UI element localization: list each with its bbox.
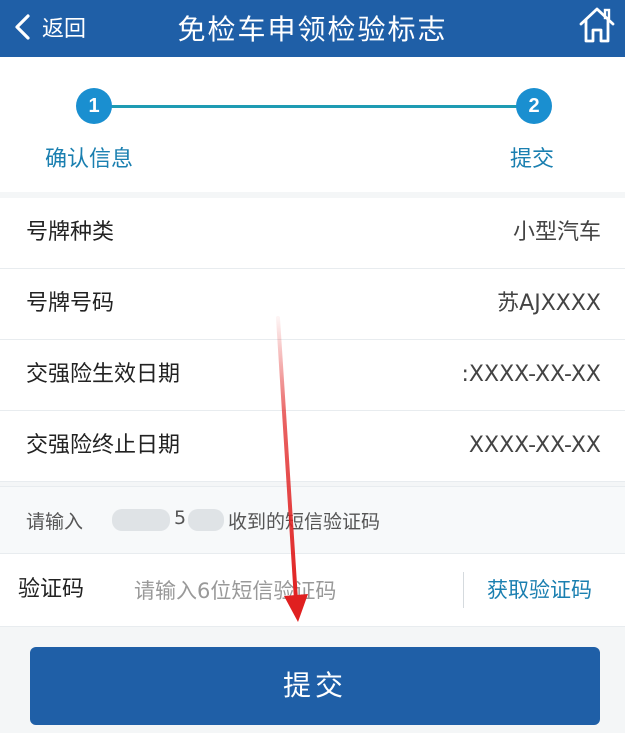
step-1-circle: 1	[76, 88, 112, 124]
info-value: 小型汽车	[512, 220, 601, 245]
page-title: 免检车申领检验标志	[177, 13, 448, 46]
info-label: 交强险终止日期	[26, 433, 181, 458]
info-label: 号牌号码	[26, 291, 115, 316]
info-value: 苏AJXXXX	[497, 291, 601, 316]
get-code-button[interactable]: 获取验证码	[487, 554, 592, 626]
page: 返回 免检车申领检验标志 1 2 确认信息 提交 号牌种类 小型汽车 号牌号码 …	[0, 0, 625, 733]
vehicle-info-list: 号牌种类 小型汽车 号牌号码 苏AJXXXX 交强险生效日期 :XXXX-XX-…	[0, 198, 625, 482]
info-label: 交强险生效日期	[26, 362, 181, 387]
redacted-phone-part	[188, 509, 224, 531]
info-value: :XXXX-XX-XX	[461, 362, 601, 387]
step-2-label: 提交	[510, 147, 555, 172]
verification-code-row: 验证码 获取验证码	[0, 553, 625, 627]
step-2-circle: 2	[516, 88, 552, 124]
home-icon[interactable]	[577, 4, 617, 46]
info-value: XXXX-XX-XX	[468, 433, 601, 458]
info-row-plate-number: 号牌号码 苏AJXXXX	[0, 269, 625, 340]
info-row-plate-type: 号牌种类 小型汽车	[0, 198, 625, 269]
top-bar: 返回 免检车申领检验标志	[0, 0, 625, 57]
sms-hint-suffix: 收到的短信验证码	[228, 511, 381, 533]
info-label: 号牌种类	[26, 220, 115, 245]
sms-hint-digit: 5	[174, 507, 187, 529]
info-row-insurance-start: 交强险生效日期 :XXXX-XX-XX	[0, 340, 625, 411]
stepper-line	[95, 105, 535, 108]
sms-hint: 请输入 5 收到的短信验证码	[0, 486, 625, 553]
progress-stepper: 1 2 确认信息 提交	[0, 57, 625, 192]
info-row-insurance-end: 交强险终止日期 XXXX-XX-XX	[0, 411, 625, 482]
divider	[463, 572, 464, 608]
submit-button[interactable]: 提交	[30, 647, 600, 725]
step-1-label: 确认信息	[45, 147, 134, 172]
redacted-phone-part	[112, 509, 170, 531]
verification-code-input[interactable]	[132, 572, 456, 610]
sms-hint-prefix: 请输入	[26, 511, 84, 533]
verification-code-label: 验证码	[18, 577, 85, 602]
